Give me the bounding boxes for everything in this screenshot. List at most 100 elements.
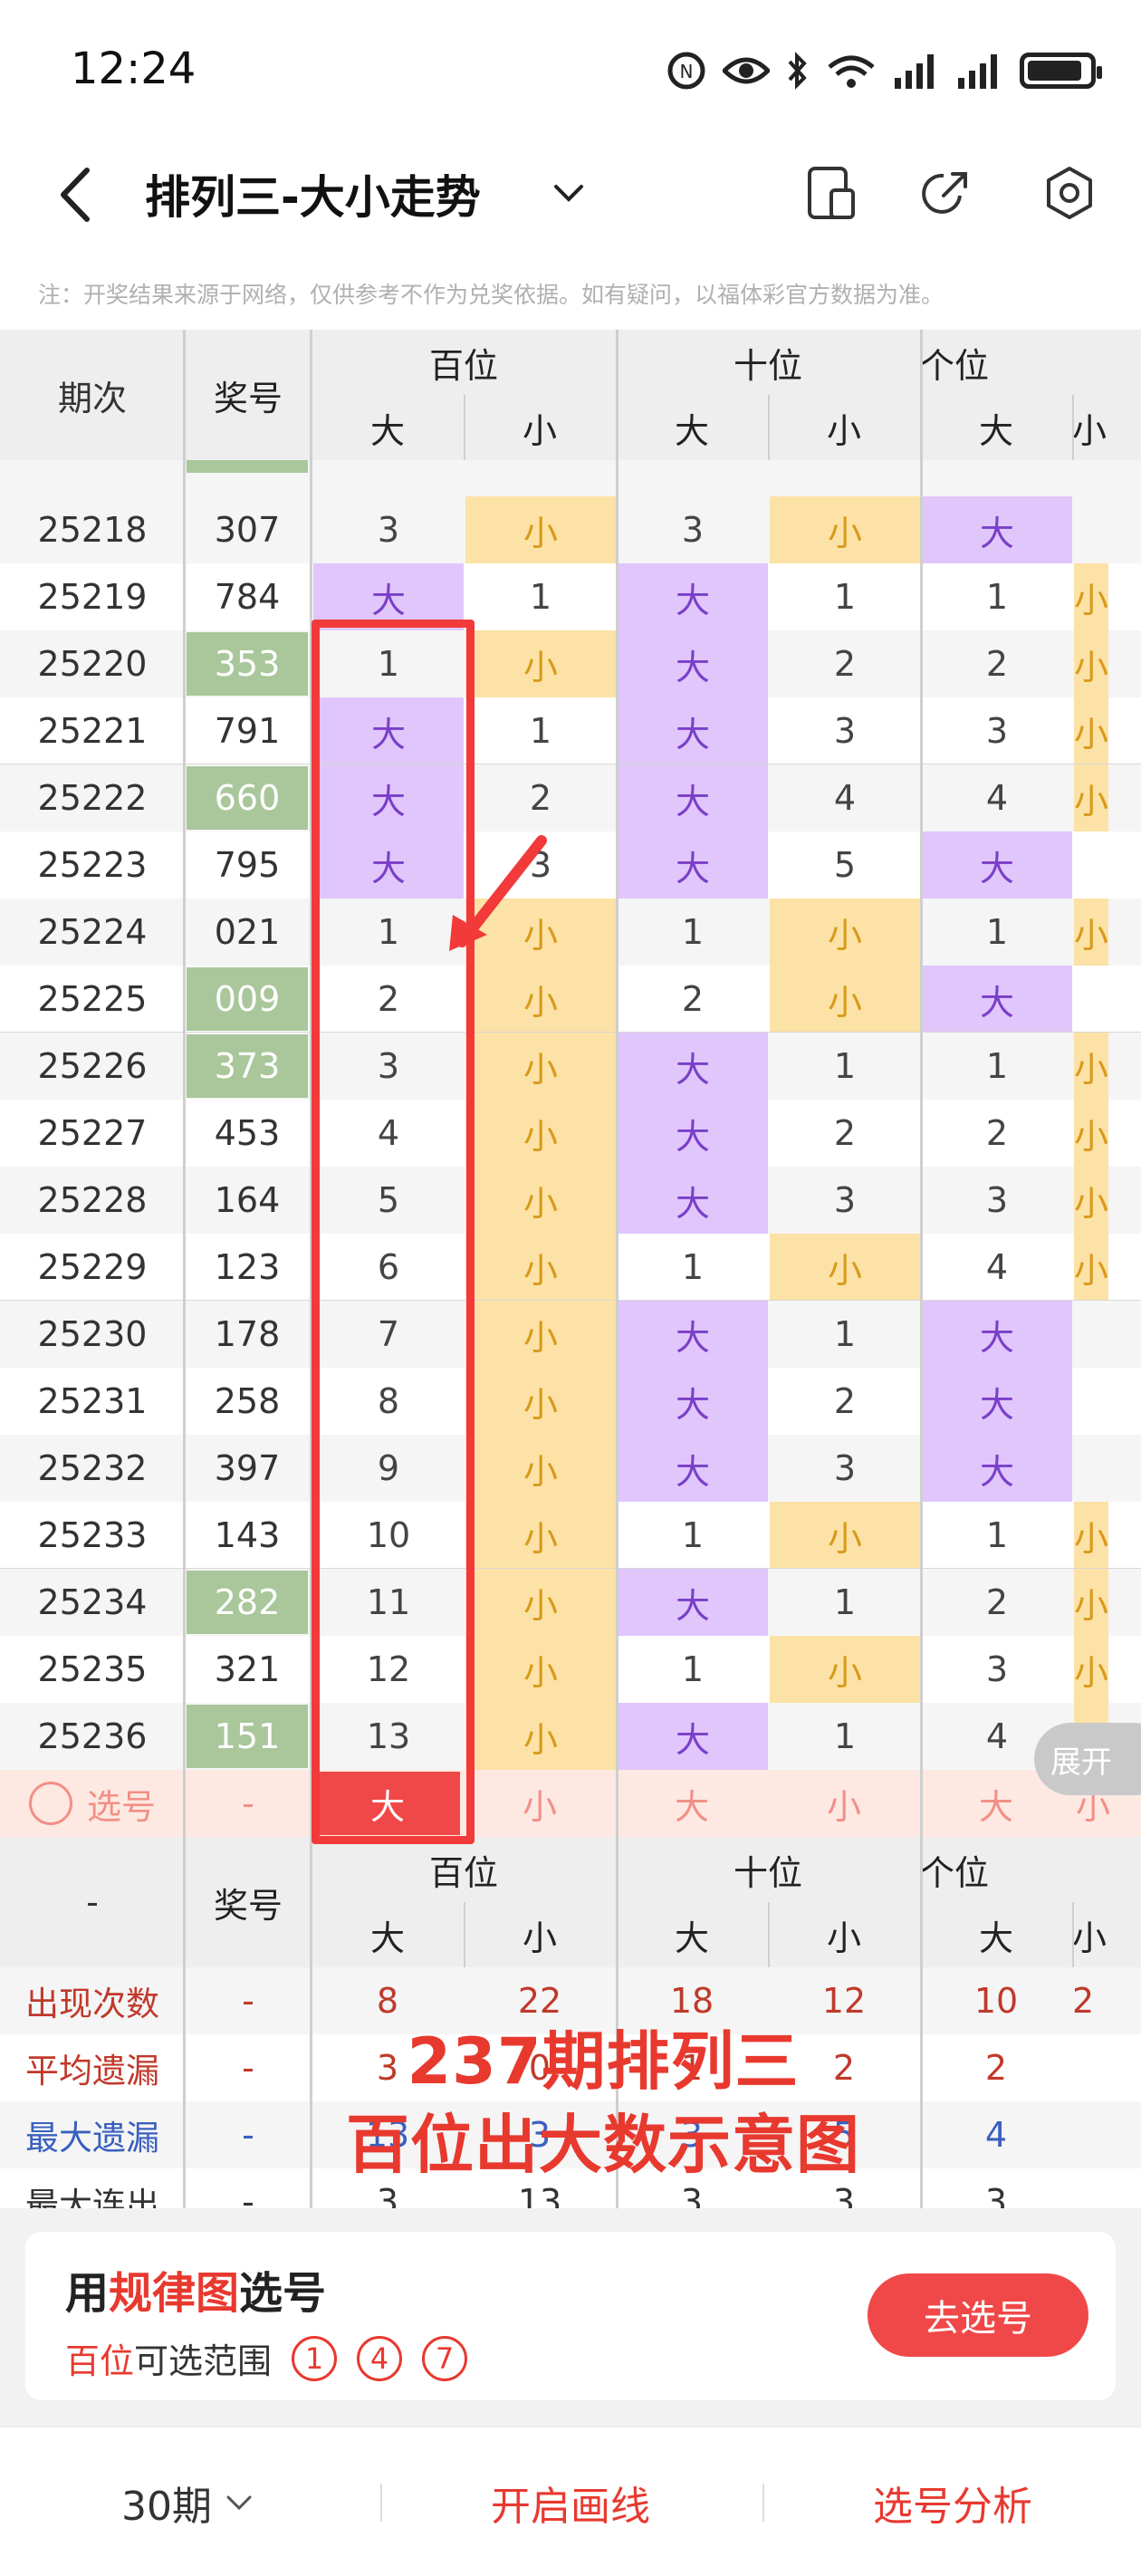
number-cell: 178 — [214, 1314, 281, 1354]
trend-cell: 小 — [1074, 1234, 1109, 1301]
number-cell: 397 — [214, 1448, 281, 1488]
page-title[interactable]: 排列三-大小走势 — [145, 161, 481, 226]
trend-cell: 3 — [985, 1180, 1009, 1220]
number-cell: 791 — [214, 711, 281, 751]
phone-icon[interactable] — [801, 163, 860, 223]
draw-line-button[interactable]: 开启画线 — [398, 2427, 743, 2576]
subheader-big: 大 — [674, 410, 709, 451]
trend-cell: 大 — [313, 764, 464, 831]
issue-cell: 25222 — [37, 778, 148, 818]
trend-cell: 小 — [1074, 563, 1109, 630]
trend-cell: 大 — [922, 1301, 1072, 1368]
disclaimer-notice: 注：开奖结果来源于网络，仅供参考不作为兑奖依据。如有疑问，以福体彩官方数据为准。 — [38, 282, 944, 308]
expand-button[interactable]: 展开 — [1034, 1723, 1141, 1795]
subcolumn-divider — [768, 1902, 770, 1967]
issue-cell: 25225 — [37, 979, 148, 1019]
status-icons: N — [666, 43, 1102, 98]
chevron-down-icon[interactable] — [549, 174, 589, 214]
trend-cell: 小 — [1074, 1636, 1109, 1703]
trend-cell: 小 — [770, 966, 920, 1033]
select-label: 选号 — [86, 1786, 156, 1827]
arrow-annotation — [449, 835, 547, 951]
app-header: 排列三-大小走势 — [0, 136, 1141, 254]
footer-number: 奖号 — [213, 1885, 283, 1926]
trend-cell: 2 — [833, 1113, 857, 1153]
rule-title-highlight: 规律图 — [109, 2268, 240, 2319]
select-row-label[interactable]: 选号 — [0, 1770, 185, 1837]
trend-cell: 小 — [465, 496, 616, 563]
number-cell: 373 — [187, 1034, 308, 1098]
number-cell: 660 — [187, 766, 308, 830]
status-time: 12:24 — [71, 43, 197, 94]
trend-cell: 小 — [465, 1636, 616, 1703]
period-label: 30期 — [121, 2484, 212, 2530]
column-issue[interactable]: 期次 — [0, 330, 185, 460]
trend-cell: 大 — [618, 1435, 768, 1502]
trend-cell: 小 — [1074, 1167, 1109, 1234]
subheader-small: 小 — [1072, 410, 1107, 451]
number-cell: 143 — [214, 1515, 281, 1555]
trend-cell: 小 — [770, 1234, 920, 1301]
trend-cell: 1 — [985, 1046, 1009, 1086]
select-toggle[interactable]: 大 — [619, 1772, 764, 1835]
trend-cell: 小 — [465, 1435, 616, 1502]
trend-cell: 大 — [618, 1167, 768, 1234]
trend-cell: 大 — [618, 1703, 768, 1770]
issue-cell: 25223 — [37, 845, 148, 885]
number-cell: 151 — [187, 1705, 308, 1768]
issue-cell: 25219 — [37, 577, 148, 617]
trend-cell: 10 — [366, 1515, 411, 1555]
range-option[interactable]: 1 — [292, 2335, 338, 2381]
trend-cell: 6 — [377, 1247, 400, 1287]
chevron-down-icon — [226, 2495, 252, 2511]
select-toggle[interactable]: 小 — [772, 1772, 916, 1835]
trend-cell: 1 — [985, 577, 1009, 617]
trend-cell: 小 — [465, 630, 616, 697]
group-header: 十位 — [733, 1852, 802, 1893]
trend-cell: 2 — [529, 778, 552, 818]
trend-cell: 1 — [529, 711, 552, 751]
column-divider — [183, 330, 186, 2232]
trend-cell: 1 — [681, 1649, 705, 1689]
trend-cell: 3 — [985, 1649, 1009, 1689]
stats-number: - — [242, 2115, 254, 2155]
issue-cell: 25227 — [37, 1113, 148, 1153]
range-option[interactable]: 7 — [422, 2335, 468, 2381]
select-toggle[interactable]: 小 — [467, 1772, 612, 1835]
trend-cell: 2 — [377, 979, 400, 1019]
issue-cell: 25235 — [37, 1649, 148, 1689]
subheader-big: 大 — [674, 1918, 709, 1958]
trend-cell: 大 — [618, 1301, 768, 1368]
issue-cell: 25234 — [37, 1582, 148, 1622]
analysis-button[interactable]: 选号分析 — [781, 2427, 1125, 2576]
trend-cell: 1 — [681, 1247, 705, 1287]
circle-icon[interactable] — [28, 1782, 72, 1825]
subcolumn-divider — [768, 395, 770, 460]
nfc-icon: N — [667, 52, 705, 90]
select-toggle[interactable]: 大 — [315, 1772, 460, 1835]
group-header: 个位 — [920, 1852, 990, 1893]
period-selector[interactable]: 30期 — [54, 2427, 326, 2576]
subheader-big: 大 — [978, 1918, 1013, 1958]
trend-cell: 小 — [1074, 1100, 1109, 1167]
stats-label: 平均遗漏 — [25, 2052, 159, 2091]
trend-cell: 小 — [1074, 1033, 1109, 1100]
trend-cell: 3 — [377, 1046, 400, 1086]
trend-cell: 2 — [833, 1381, 857, 1421]
trend-cell: 小 — [1074, 764, 1109, 831]
column-number: 奖号 — [213, 378, 283, 418]
eye-icon — [723, 57, 770, 84]
share-icon[interactable] — [916, 163, 976, 223]
back-icon[interactable] — [51, 163, 105, 226]
trend-cell: 2 — [985, 644, 1009, 684]
settings-icon[interactable] — [1040, 163, 1099, 223]
bottom-bar: 30期 开启画线 选号分析 — [0, 2426, 1141, 2576]
range-option[interactable]: 4 — [357, 2335, 403, 2381]
rule-title-pre: 用 — [65, 2268, 110, 2319]
trend-cell: 大 — [618, 764, 768, 831]
trend-cell: 4 — [985, 778, 1009, 818]
trend-cell: 小 — [770, 1636, 920, 1703]
go-select-button[interactable]: 去选号 — [868, 2273, 1088, 2357]
trend-cell: 小 — [465, 1703, 616, 1770]
select-number: - — [242, 1783, 254, 1823]
